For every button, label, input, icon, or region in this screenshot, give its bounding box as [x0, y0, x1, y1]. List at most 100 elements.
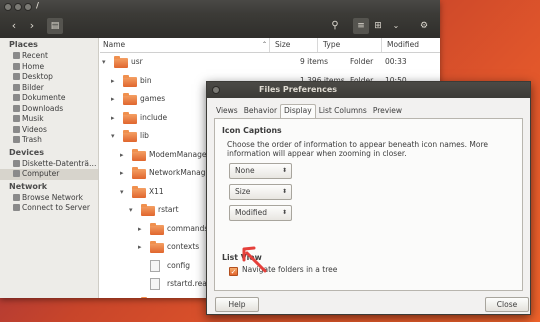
sidebar-item-places-3[interactable]: Bilder [0, 83, 98, 94]
file-size: 9 items [300, 57, 329, 66]
close-button[interactable]: Close [485, 297, 529, 312]
column-header-size[interactable]: Size [272, 38, 318, 52]
sidebar-item-label: Downloads [22, 103, 64, 113]
close-window-button[interactable] [4, 3, 12, 11]
folder-icon [132, 148, 146, 161]
expander-open-icon[interactable]: ▾ [120, 183, 124, 202]
file-name: config [167, 260, 190, 270]
file-name: games [140, 94, 166, 103]
download-icon [13, 104, 20, 112]
sidebar-item-places-8[interactable]: Trash [0, 135, 98, 146]
column-header-type[interactable]: Type [320, 38, 382, 52]
floppy-icon [13, 159, 20, 167]
expander-closed-icon[interactable]: ▸ [111, 90, 115, 109]
caption-3-select[interactable]: Modified ⬍ [229, 205, 292, 221]
sort-indicator-icon: ⌃ [262, 41, 268, 48]
network-icon [13, 193, 20, 201]
expander-open-icon[interactable]: ▾ [102, 53, 106, 72]
folder-icon [123, 130, 137, 142]
tab-preview[interactable]: Preview [370, 104, 405, 118]
expander-closed-icon[interactable]: ▸ [111, 109, 115, 128]
sidebar-item-places-7[interactable]: Videos [0, 125, 98, 136]
desktop-icon [13, 73, 20, 80]
pictures-icon [13, 83, 20, 91]
gear-icon[interactable]: ⚙ [416, 18, 432, 34]
preferences-titlebar: Files Preferences [207, 82, 530, 98]
combo-arrow-icon: ⬍ [281, 167, 287, 174]
caption-2-value: Size [235, 187, 251, 196]
dialog-close-button[interactable] [212, 86, 220, 94]
sidebar-item-label: Dokumente [22, 93, 66, 102]
file-name: NetworkManager [149, 168, 214, 177]
caption-3-value: Modified [235, 208, 268, 217]
navigate-tree-checkbox[interactable]: ✓ [229, 267, 238, 276]
file-name: x11perfcomp [158, 294, 208, 299]
expander-closed-icon[interactable]: ▸ [138, 238, 142, 257]
sidebar-item-places-5[interactable]: Downloads [0, 104, 98, 115]
folder-icon [123, 74, 137, 87]
sidebar-heading-places: Places [9, 40, 38, 49]
caption-2-select[interactable]: Size ⬍ [229, 184, 292, 200]
files-toolbar: ‹ › ▤ ⚲ ≡ ⊞ ⌄ ⚙ [0, 14, 440, 38]
caption-1-select[interactable]: None ⬍ [229, 163, 292, 179]
file-name: include [140, 112, 168, 122]
tab-behavior[interactable]: Behavior [241, 104, 280, 118]
folder-icon [123, 93, 137, 105]
help-button[interactable]: Help [215, 297, 259, 312]
folder-icon [114, 56, 128, 68]
list-view-button[interactable]: ≡ [353, 18, 369, 34]
table-row[interactable]: ▾ usr 9 items Folder 00:33 [100, 53, 440, 72]
window-title: / [36, 1, 39, 10]
sidebar: Places Recent Home Desktop Bilder Dokumente Do… [0, 38, 99, 298]
sidebar-item-network-0[interactable]: Browse Network [0, 193, 98, 204]
sidebar-item-label: Recent [22, 51, 48, 60]
folder-icon [132, 185, 146, 198]
file-name: ModemManager [149, 149, 210, 159]
folder-icon [123, 111, 137, 124]
forward-button[interactable]: › [24, 18, 40, 34]
expander-closed-icon[interactable]: ▸ [138, 220, 142, 239]
tab-display[interactable]: Display [280, 104, 316, 118]
sidebar-item-places-6[interactable]: Musik [0, 114, 98, 125]
annotation-arrow [242, 246, 267, 273]
chevron-down-icon[interactable]: ⌄ [388, 18, 404, 34]
sidebar-item-devices-0[interactable]: Diskette-Datenträ… [0, 159, 98, 170]
sidebar-item-places-4[interactable]: Dokumente [0, 93, 98, 104]
folder-icon [150, 241, 164, 253]
icon-captions-description: Choose the order of information to appea… [227, 140, 489, 158]
sidebar-heading-network: Network [9, 181, 48, 191]
back-button[interactable]: ‹ [6, 18, 22, 34]
minimize-window-button[interactable] [14, 3, 22, 11]
expander-open-icon[interactable]: ▾ [129, 201, 133, 220]
sidebar-item-label: Desktop [22, 72, 53, 81]
sidebar-item-label: Home [22, 61, 45, 71]
expander-closed-icon[interactable]: ▸ [120, 164, 124, 183]
sidebar-item-label: Videos [22, 124, 47, 134]
sidebar-item-label: Browse Network [22, 192, 84, 202]
sidebar-item-places-1[interactable]: Home [0, 62, 98, 73]
maximize-window-button[interactable] [24, 3, 32, 11]
file-name: X11 [149, 186, 164, 196]
file-name: rstart [158, 205, 179, 214]
expander-closed-icon[interactable]: ▸ [120, 146, 124, 165]
sidebar-item-places-2[interactable]: Desktop [0, 72, 98, 83]
preferences-dialog: Files Preferences Views Behavior Display Li… [206, 81, 531, 315]
expander-open-icon[interactable]: ▾ [111, 127, 115, 146]
sidebar-item-network-1[interactable]: Connect to Server [0, 203, 98, 214]
column-header-name[interactable]: Name [100, 38, 270, 52]
location-button[interactable]: ▤ [47, 18, 63, 34]
sidebar-item-label: Diskette-Datenträ… [22, 158, 97, 168]
sidebar-item-places-0[interactable]: Recent [0, 51, 98, 62]
preferences-tabs: Views Behavior Display List Columns Preview [213, 104, 405, 118]
column-header-modified[interactable]: Modified [384, 38, 440, 52]
expander-closed-icon[interactable]: ▸ [129, 294, 133, 299]
tab-views[interactable]: Views [213, 104, 241, 118]
sidebar-item-devices-1[interactable]: Computer [0, 169, 98, 180]
tab-list-columns[interactable]: List Columns [316, 104, 370, 118]
server-icon [13, 204, 20, 211]
sidebar-item-label: Trash [22, 135, 42, 144]
search-icon[interactable]: ⚲ [327, 18, 343, 34]
expander-closed-icon[interactable]: ▸ [111, 72, 115, 91]
grid-view-button[interactable]: ⊞ [370, 18, 386, 34]
file-name: lib [140, 131, 149, 140]
